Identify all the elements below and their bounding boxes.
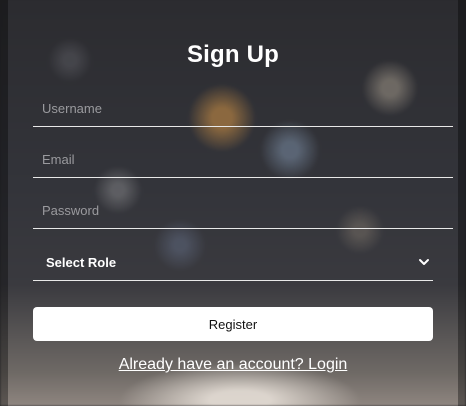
username-input[interactable] bbox=[33, 91, 453, 127]
signup-form: Sign Up Select Role Register Already hav… bbox=[8, 0, 458, 406]
login-link[interactable]: Already have an account? Login bbox=[8, 356, 458, 374]
right-edge-shadow bbox=[458, 0, 466, 406]
role-select[interactable]: Select Role bbox=[33, 245, 433, 281]
email-input[interactable] bbox=[33, 142, 453, 178]
role-select-value: Select Role bbox=[46, 255, 117, 270]
password-input[interactable] bbox=[33, 193, 453, 229]
left-edge-shadow bbox=[0, 0, 8, 406]
chevron-down-icon bbox=[419, 259, 429, 265]
register-button[interactable]: Register bbox=[33, 307, 433, 341]
page-title: Sign Up bbox=[186, 41, 280, 68]
